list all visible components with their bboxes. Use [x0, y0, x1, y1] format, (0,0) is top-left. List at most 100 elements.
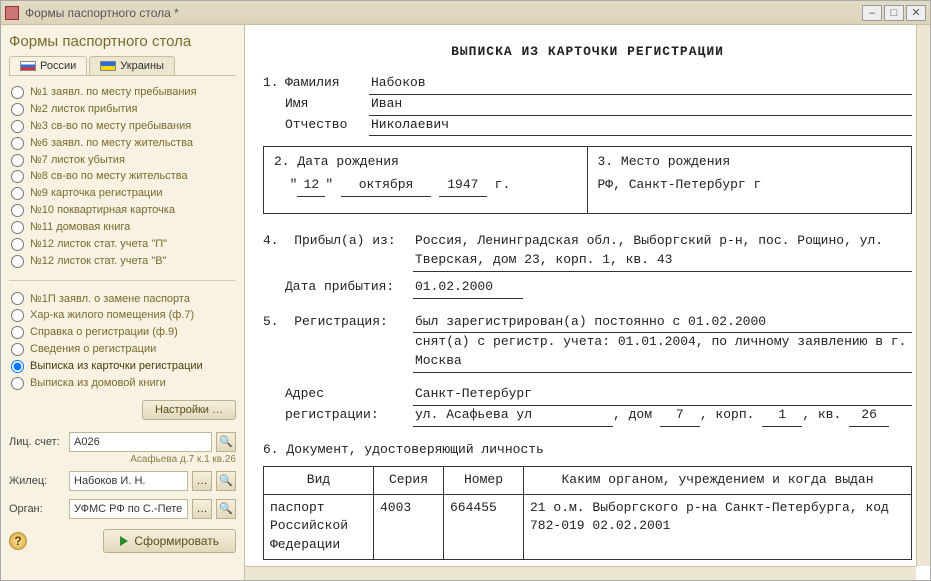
form-option-label: №9 карточка регистрации	[30, 186, 163, 201]
form-option[interactable]: №12 листок стат. учета "П"	[9, 236, 236, 253]
form-radio[interactable]	[11, 255, 24, 268]
help-button[interactable]: ?	[9, 532, 27, 550]
form-radio[interactable]	[11, 360, 24, 373]
form-option[interactable]: Справка о регистрации (ф.9)	[9, 324, 236, 341]
form-option[interactable]: №6 заявл. по месту жительства	[9, 135, 236, 152]
form-option[interactable]: №10 поквартирная карточка	[9, 202, 236, 219]
form-radio[interactable]	[11, 137, 24, 150]
form-option[interactable]: №9 карточка регистрации	[9, 185, 236, 202]
form-option[interactable]: Сведения о регистрации	[9, 341, 236, 358]
form-radio[interactable]	[11, 221, 24, 234]
resident-label: Жилец:	[9, 475, 65, 487]
surname-value: Набоков	[369, 74, 912, 95]
registration-line1: был зарегистрирован(а) постоянно с 01.02…	[413, 313, 912, 334]
close-button[interactable]: ✕	[906, 5, 926, 21]
form-radio[interactable]	[11, 238, 24, 251]
arrival-date-value: 01.02.2000	[413, 278, 523, 299]
form-option-label: Хар-ка жилого помещения (ф.7)	[30, 308, 194, 323]
tab-russia[interactable]: России	[9, 56, 87, 75]
arrived-value: Россия, Ленинградская обл., Выборгский р…	[413, 232, 912, 272]
form-option[interactable]: №7 листок убытия	[9, 152, 236, 169]
form-option[interactable]: №3 св-во по месту пребывания	[9, 118, 236, 135]
registration-line2: снят(а) с регистр. учета: 01.01.2004, по…	[413, 333, 912, 373]
account-lookup-button[interactable]: 🔍	[216, 432, 236, 452]
sidebar-heading: Формы паспортного стола	[9, 33, 236, 50]
scrollbar-vertical[interactable]	[916, 25, 930, 566]
name-label: Имя	[285, 95, 369, 116]
minimize-button[interactable]: –	[862, 5, 882, 21]
th-number: Номер	[444, 466, 524, 494]
form-radio[interactable]	[11, 326, 24, 339]
form-radio[interactable]	[11, 343, 24, 356]
flag-ukraine-icon	[100, 61, 116, 71]
generate-button[interactable]: Сформировать	[103, 529, 236, 553]
th-issued: Каким органом, учреждением и когда выдан	[524, 466, 912, 494]
country-tabs: России Украины	[9, 56, 236, 76]
form-radio[interactable]	[11, 170, 24, 183]
form-option-label: №2 листок прибытия	[30, 102, 138, 117]
form-option[interactable]: №1 заявл. по месту пребывания	[9, 84, 236, 101]
form-option[interactable]: Хар-ка жилого помещения (ф.7)	[9, 307, 236, 324]
form-option[interactable]: №11 домовая книга	[9, 219, 236, 236]
resident-input[interactable]: Набоков И. Н.	[69, 471, 188, 491]
form-radio[interactable]	[11, 292, 24, 305]
form-option[interactable]: Выписка из домовой книги	[9, 375, 236, 392]
td-type: паспорт Российской Федерации	[264, 494, 374, 560]
resident-more-button[interactable]: …	[192, 471, 212, 491]
form-radio[interactable]	[11, 309, 24, 322]
form-radio[interactable]	[11, 377, 24, 390]
reg-house: 7	[660, 406, 700, 427]
form-option-label: №1 заявл. по месту пребывания	[30, 85, 197, 100]
form-option[interactable]: №1П заявл. о замене паспорта	[9, 291, 236, 308]
form-radio[interactable]	[11, 103, 24, 116]
settings-button[interactable]: Настройки …	[142, 400, 236, 420]
form-option-label: №10 поквартирная карточка	[30, 203, 175, 218]
th-series: Серия	[374, 466, 444, 494]
maximize-button[interactable]: □	[884, 5, 904, 21]
organ-input[interactable]: УФМС РФ по С.-Пете	[69, 499, 188, 519]
birth-month: октября	[341, 176, 431, 197]
form-radio[interactable]	[11, 154, 24, 167]
th-type: Вид	[264, 466, 374, 494]
form-option-label: Выписка из домовой книги	[30, 376, 166, 391]
form-option[interactable]: №8 св-во по месту жительства	[9, 168, 236, 185]
doc-section-label: 6. Документ, удостоверяющий личность	[263, 441, 912, 460]
form-option-label: №11 домовая книга	[30, 220, 130, 235]
form-option-label: №8 св-во по месту жительства	[30, 169, 188, 184]
play-icon	[120, 536, 128, 546]
tab-ukraine[interactable]: Украины	[89, 56, 175, 75]
identity-doc-table: Вид Серия Номер Каким органом, учреждени…	[263, 466, 912, 560]
organ-more-button[interactable]: …	[192, 499, 212, 519]
form-option[interactable]: №12 листок стат. учета "В"	[9, 253, 236, 270]
form-option-label: Сведения о регистрации	[30, 342, 156, 357]
arrived-label: 4. Прибыл(а) из:	[263, 232, 413, 272]
organ-label: Орган:	[9, 503, 65, 515]
birth-year: 1947	[439, 176, 487, 197]
registration-label: 5. Регистрация:	[263, 313, 413, 334]
form-option[interactable]: №2 листок прибытия	[9, 101, 236, 118]
form-option-label: №6 заявл. по месту жительства	[30, 136, 193, 151]
korp-label: , корп.	[700, 406, 755, 427]
form-radio[interactable]	[11, 86, 24, 99]
form-option-label: Выписка из карточки регистрации	[30, 359, 203, 374]
reg-street: ул. Асафьева ул	[413, 406, 613, 427]
resident-lookup-button[interactable]: 🔍	[216, 471, 236, 491]
patronymic-value: Николаевич	[369, 116, 912, 137]
flag-russia-icon	[20, 61, 36, 71]
organ-lookup-button[interactable]: 🔍	[216, 499, 236, 519]
app-icon	[5, 6, 19, 20]
form-radio[interactable]	[11, 204, 24, 217]
form-radio[interactable]	[11, 120, 24, 133]
form-option-label: №1П заявл. о замене паспорта	[30, 292, 190, 307]
birthplace-label: 3. Место рождения	[598, 153, 902, 172]
birthplace-value: РФ, Санкт-Петербург г	[598, 176, 902, 195]
tab-ukraine-label: Украины	[120, 60, 164, 72]
scrollbar-horizontal[interactable]	[245, 566, 916, 580]
surname-label: Фамилия	[285, 74, 369, 95]
account-input[interactable]: А026	[69, 432, 212, 452]
form-option-label: №12 листок стат. учета "В"	[30, 254, 167, 269]
form-radio[interactable]	[11, 187, 24, 200]
form-option[interactable]: Выписка из карточки регистрации	[9, 358, 236, 375]
tab-russia-label: России	[40, 60, 76, 72]
form-option-label: №7 листок убытия	[30, 153, 125, 168]
